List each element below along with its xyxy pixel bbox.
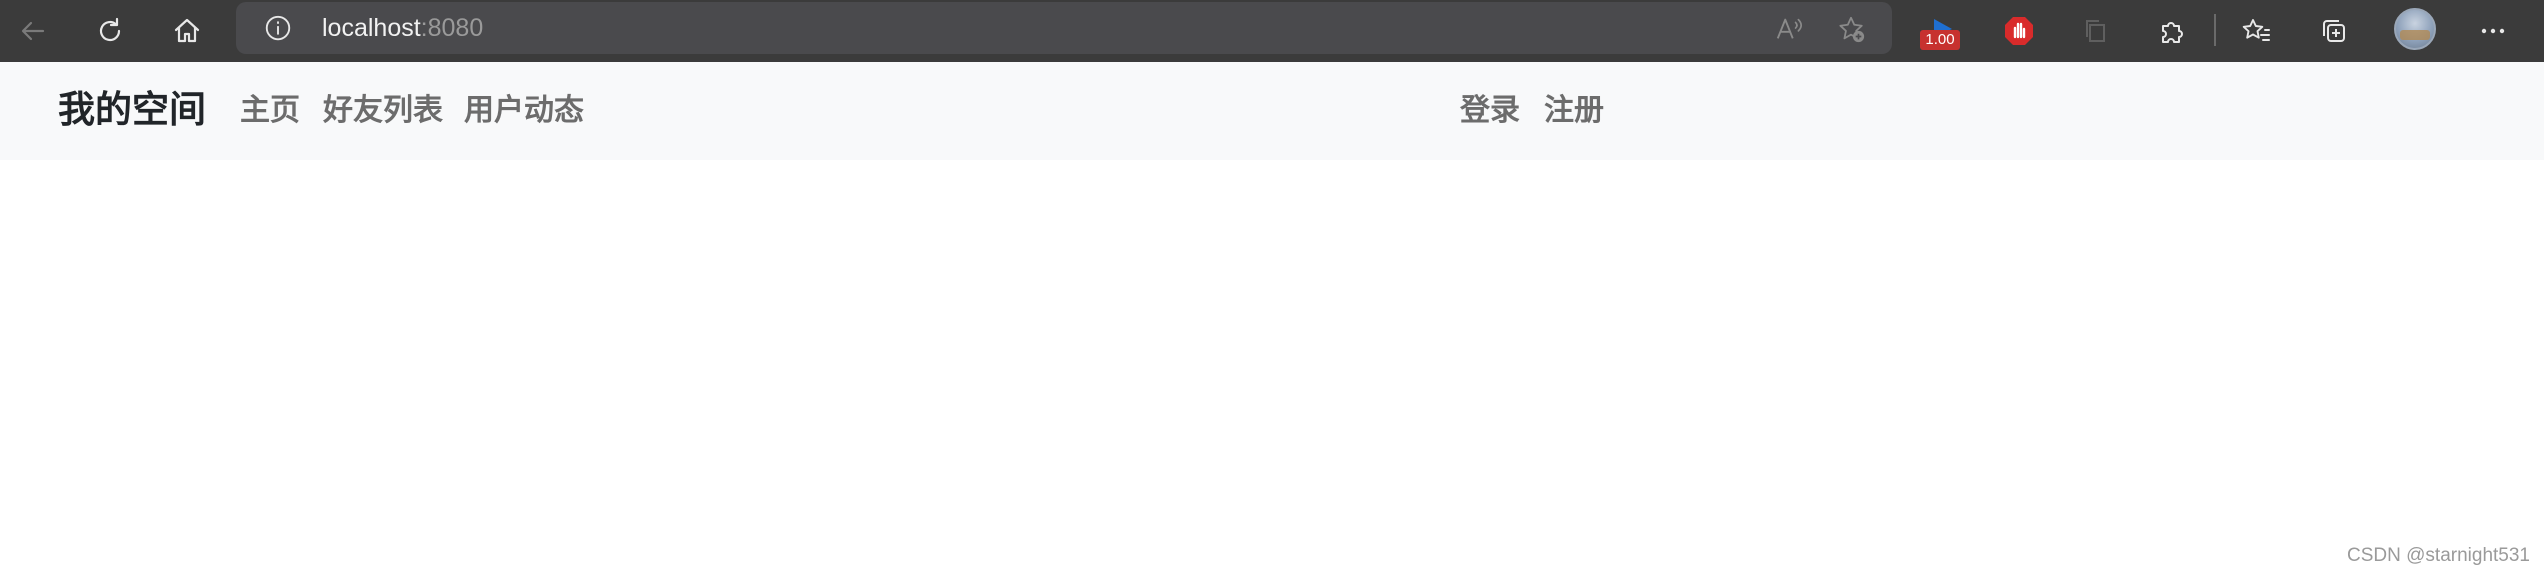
home-button[interactable] [162, 6, 212, 56]
url-host: localhost [322, 14, 421, 42]
stop-hand-icon [2005, 17, 2033, 45]
avatar[interactable] [2394, 8, 2436, 50]
add-favorite-button[interactable] [1834, 12, 1868, 46]
reload-icon [99, 17, 121, 42]
info-icon [265, 15, 291, 41]
nav-link-activity[interactable]: 用户动态 [464, 92, 584, 130]
url-port: :8080 [420, 14, 484, 42]
extension-badge: 1.00 [1920, 30, 1960, 50]
browser-toolbar: localhost:8080 1.00 [0, 0, 2544, 62]
collections-icon [2323, 20, 2345, 42]
arrow-left-icon [21, 21, 45, 41]
navbar: 我的空间 主页 好友列表 用户动态 登录 注册 [0, 62, 2544, 160]
adblock-extension-button[interactable] [1994, 6, 2044, 56]
nav-link-register[interactable]: 注册 [1544, 92, 1604, 130]
brand-link[interactable]: 我的空间 [58, 88, 206, 132]
toolbar-divider [2214, 14, 2216, 46]
more-button[interactable] [2468, 6, 2518, 56]
read-aloud-icon [1776, 18, 1803, 39]
copy-extension-button[interactable] [2071, 6, 2121, 56]
favorites-icon [2242, 19, 2270, 41]
address-bar[interactable]: localhost:8080 [236, 2, 1892, 54]
collections-button[interactable] [2309, 6, 2359, 56]
more-icon [2481, 28, 2505, 34]
star-add-icon [1839, 16, 1865, 43]
site-info-button[interactable] [262, 12, 294, 44]
reload-button[interactable] [85, 6, 135, 56]
nav-link-friends[interactable]: 好友列表 [323, 92, 443, 130]
back-button[interactable] [8, 6, 58, 56]
nav-link-home[interactable]: 主页 [240, 92, 300, 130]
read-aloud-button[interactable] [1772, 12, 1806, 46]
copy-icon [2086, 20, 2105, 42]
url-text[interactable]: localhost:8080 [322, 14, 483, 42]
nav-link-login[interactable]: 登录 [1460, 92, 1520, 130]
home-icon [174, 18, 200, 43]
puzzle-icon [2162, 22, 2183, 43]
watermark: CSDN @starnight531 [2347, 545, 2530, 566]
extensions-button[interactable] [2148, 6, 2198, 56]
favorites-button[interactable] [2231, 6, 2281, 56]
